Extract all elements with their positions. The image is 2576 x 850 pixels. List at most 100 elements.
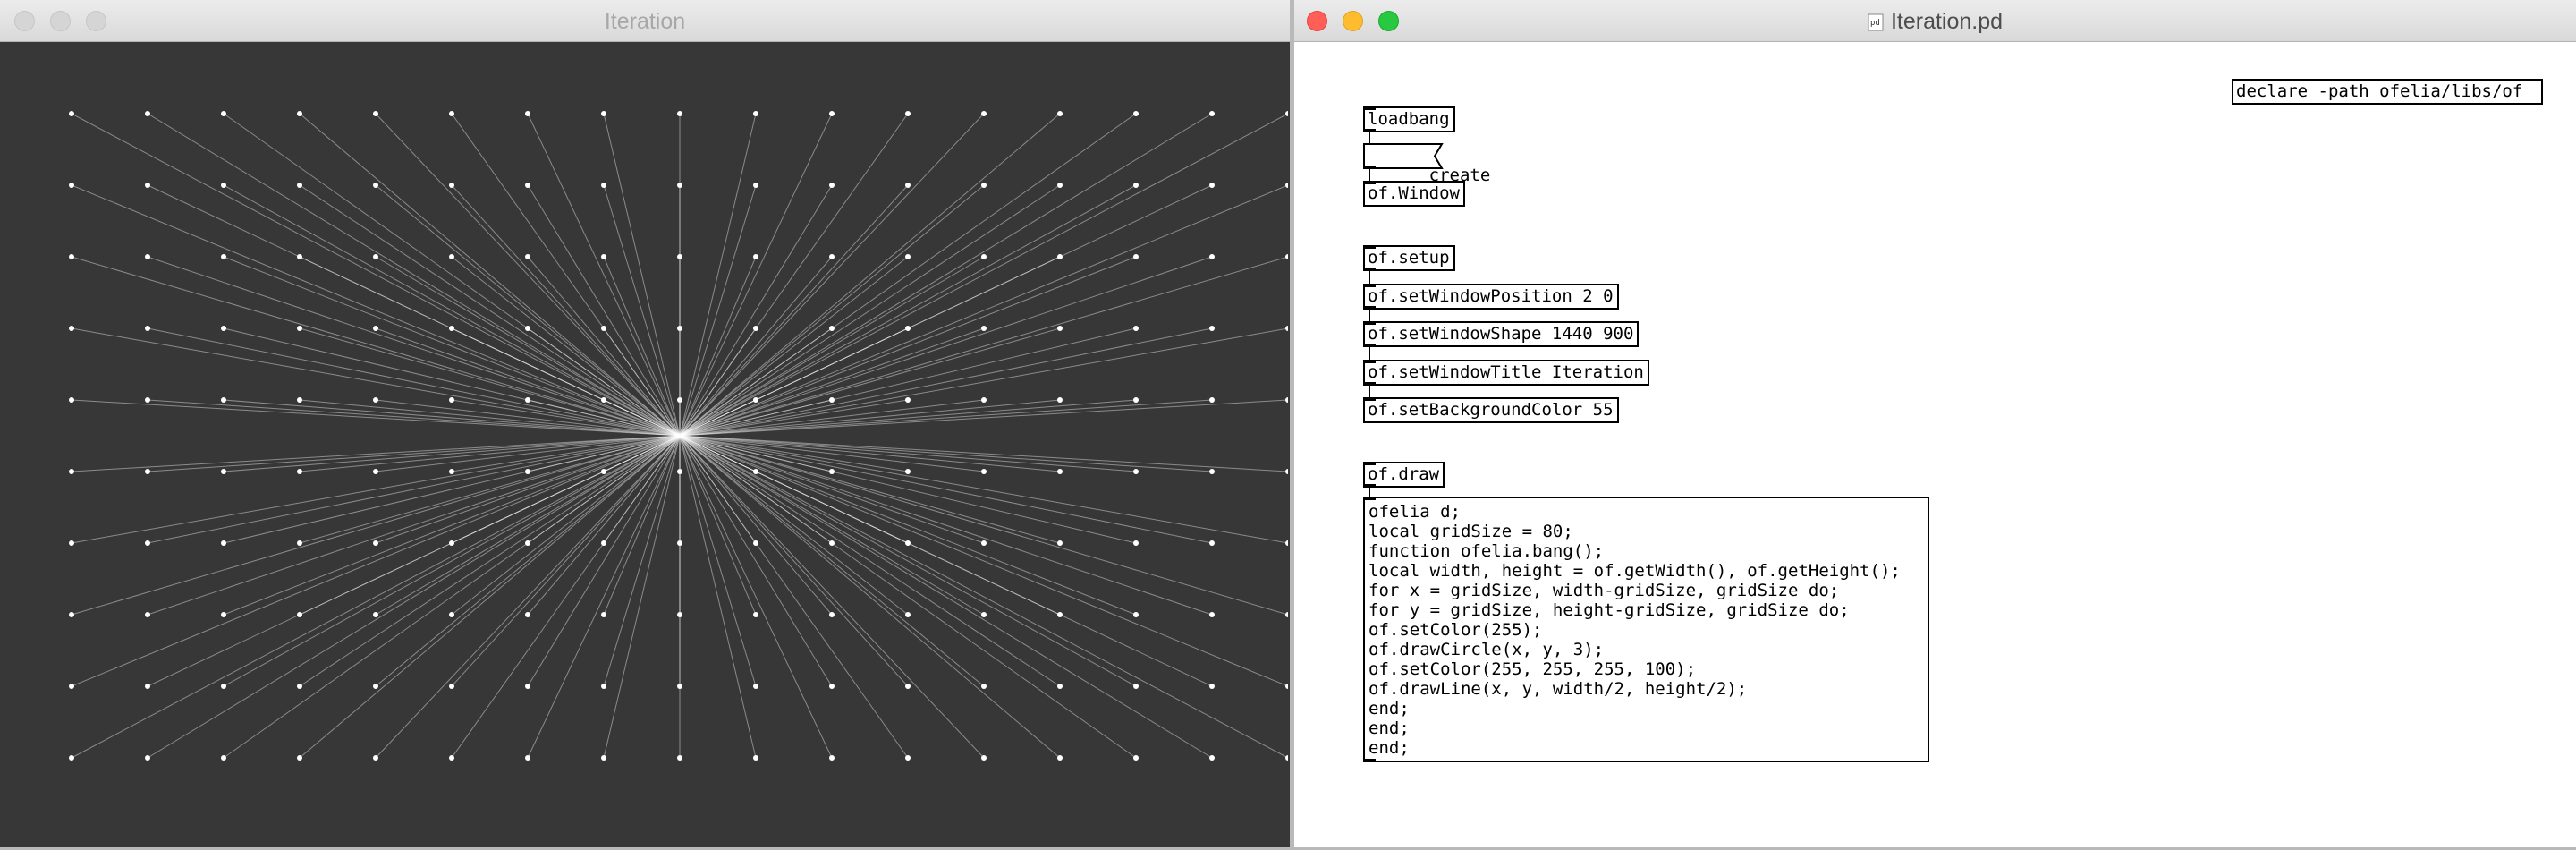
grid-point [449,111,454,116]
grid-point [1209,612,1215,617]
grid-point [1285,755,1290,761]
grid-point [753,612,758,617]
grid-point [601,684,606,689]
grid-point [829,326,835,331]
grid-point [1133,183,1139,188]
grid-point [297,326,302,331]
render-window-titlebar[interactable]: Iteration [0,0,1290,42]
grid-line [375,113,681,437]
grid-point [753,111,758,116]
grid-point [449,183,454,188]
grid-line [71,256,681,437]
grid-line [679,327,1061,437]
grid-point [449,326,454,331]
grid-point [905,111,911,116]
grid-point [829,612,835,617]
grid-point [981,684,987,689]
grid-point [1057,755,1063,761]
grid-line [147,399,681,437]
grid-point [221,326,226,331]
grid-line [679,435,909,759]
grid-point [221,540,226,546]
grid-point [373,755,378,761]
grid-point [1285,326,1290,331]
patch-window-titlebar[interactable]: pd Iteration.pd [1294,0,2576,42]
grid-line [679,435,985,759]
grid-point [905,326,911,331]
grid-line [679,113,909,437]
grid-point [1285,397,1290,403]
grid-line [679,435,1061,687]
grid-point [221,397,226,403]
grid-point [829,254,835,259]
grid-point [1285,111,1290,116]
grid-point [1209,684,1215,689]
grid-line [71,435,681,616]
grid-line [679,113,1061,437]
render-window: Iteration [0,0,1290,847]
grid-point [1133,469,1139,474]
grid-point [981,755,987,761]
render-canvas[interactable] [0,42,1290,847]
grid-point [905,540,911,546]
grid-point [1057,111,1063,116]
grid-point [525,684,530,689]
grid-point [601,397,606,403]
grid-point [69,254,74,259]
grid-point [1285,183,1290,188]
grid-point [145,326,150,331]
patch-canvas[interactable]: declare -path ofelia/libs/of loadbang cr… [1294,42,2576,847]
grid-line [679,113,985,437]
grid-point [221,254,226,259]
grid-point [1057,684,1063,689]
grid-point [525,469,530,474]
grid-point [145,540,150,546]
grid-point [373,540,378,546]
grid-point [1057,469,1063,474]
grid-point [1285,540,1290,546]
grid-point [829,397,835,403]
grid-point [69,612,74,617]
grid-line [679,184,909,437]
grid-point [677,469,682,474]
grid-line [679,113,833,437]
grid-point [1057,397,1063,403]
grid-point [1057,540,1063,546]
grid-point [373,183,378,188]
grid-point [1209,254,1215,259]
grid-point [981,612,987,617]
grid-line [603,113,681,437]
grid-point [221,684,226,689]
grid-line [299,184,681,437]
grid-point [905,684,911,689]
grid-line [451,435,681,687]
grid-point [69,183,74,188]
grid-line [679,399,1137,437]
grid-drawing [69,111,1290,761]
grid-line [679,113,1289,437]
grid-line [679,256,1289,437]
grid-point [69,540,74,546]
grid-point [525,183,530,188]
grid-point [1285,612,1290,617]
grid-point [525,397,530,403]
grid-point [145,183,150,188]
grid-line [299,435,681,759]
grid-point [373,684,378,689]
grid-point [69,397,74,403]
grid-line [223,399,681,437]
grid-point [525,326,530,331]
grid-point [297,540,302,546]
grid-point [221,469,226,474]
grid-line [527,113,681,437]
grid-point [373,612,378,617]
grid-point [677,684,682,689]
grid-point [829,755,835,761]
grid-point [373,397,378,403]
grid-point [829,183,835,188]
grid-point [981,469,987,474]
grid-point [601,755,606,761]
grid-point [981,540,987,546]
grid-point [601,183,606,188]
grid-point [1057,254,1063,259]
